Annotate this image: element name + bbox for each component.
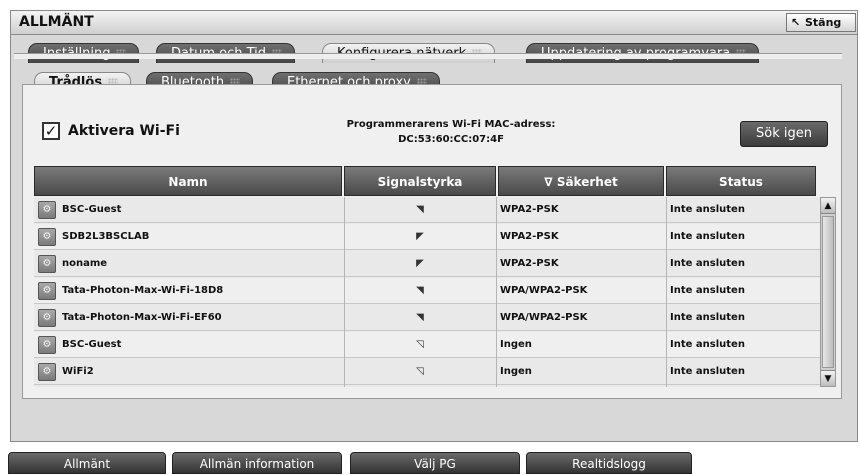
network-status: Inte ansluten [670,231,745,242]
column-divider [344,197,345,387]
network-row[interactable]: ⚙ Tata-Photon-Max-Wi-Fi-18D8 ◥ WPA/WPA2-PSK… [34,278,820,304]
wifi-medium-icon: ◤ [416,258,424,269]
close-button-label: Stäng [805,16,842,29]
column-divider [666,197,667,387]
wifi-strong-icon: ◥ [416,285,424,296]
network-info-icon[interactable]: ⚙ [38,228,56,246]
network-row[interactable]: ⚙ Tata-Photon-Max-Wi-Fi-EF60 ◥ WPA/WPA2-PSK… [34,305,820,331]
network-status: Inte ansluten [670,366,745,377]
column-header-security[interactable]: ∇ Säkerhet [498,166,664,196]
network-security: Ingen [500,339,532,350]
wifi-weak-icon: ◹ [416,339,424,350]
network-info-icon[interactable]: ⚙ [38,309,56,327]
table-scrollbar[interactable]: ▲ ▼ [820,197,836,387]
network-name: Tata-Photon-Max-Wi-Fi-18D8 [62,285,224,296]
wifi-strong-icon: ◥ [416,312,424,323]
nav-allman-information[interactable]: Allmän information [172,452,342,474]
network-status: Inte ansluten [670,312,745,323]
title-bar: ALLMÄNT ↖ Stäng [11,11,857,35]
close-button[interactable]: ↖ Stäng [786,13,856,32]
enable-wifi-label: Aktivera Wi-Fi [68,123,180,139]
network-security: WPA/WPA2-PSK [500,285,588,296]
network-name: BSC-Guest [62,339,122,350]
scroll-up-icon[interactable]: ▲ [821,198,835,214]
column-header-status[interactable]: Status [666,166,816,196]
network-security: WPA/WPA2-PSK [500,312,588,323]
network-security: WPA2-PSK [500,204,559,215]
network-list: ⚙ BSC-Guest ◥ WPA2-PSK Inte ansluten ⚙ SDB2L3B… [34,197,820,387]
network-security: WPA2-PSK [500,231,559,242]
network-name: BSC-Guest [62,204,122,215]
enable-wifi-checkbox[interactable]: ✓ [42,122,60,140]
nav-valj-pg[interactable]: Välj PG [350,452,520,474]
network-info-icon[interactable]: ⚙ [38,282,56,300]
wifi-weak-icon: ◹ [416,366,424,377]
network-status: Inte ansluten [670,285,745,296]
network-info-icon[interactable]: ⚙ [38,336,56,354]
network-name: noname [62,258,108,269]
network-status: Inte ansluten [670,204,745,215]
mac-address-value: DC:53:60:CC:07:4F [398,134,504,145]
network-row[interactable]: ⚙ BSC-Guest ◥ WPA2-PSK Inte ansluten [34,197,820,223]
window-title: ALLMÄNT [19,14,94,30]
nav-realtidslogg[interactable]: Realtidslogg [526,452,692,474]
network-row[interactable]: ⚙ noname ◤ WPA2-PSK Inte ansluten [34,251,820,277]
network-table: Namn Signalstyrka ∇ Säkerhet Status ⚙ BSC… [34,166,836,390]
scroll-down-icon[interactable]: ▼ [821,370,835,386]
network-row[interactable]: ⚙ BSC-Guest ◹ Ingen Inte ansluten [34,332,820,358]
network-name: SDB2L3BSCLAB [62,231,150,242]
network-security: WPA2-PSK [500,258,559,269]
primary-tab-panel [14,53,842,59]
wifi-medium-icon: ◤ [416,231,424,242]
column-header-signal[interactable]: Signalstyrka [344,166,496,196]
nav-allmant[interactable]: Allmänt [8,452,166,474]
network-security: Ingen [500,366,532,377]
network-info-icon[interactable]: ⚙ [38,363,56,381]
scroll-thumb[interactable] [822,216,834,368]
network-status: Inte ansluten [670,339,745,350]
network-row[interactable]: ⚙ SDB2L3BSCLAB ◤ WPA2-PSK Inte ansluten [34,224,820,250]
network-info-icon[interactable]: ⚙ [38,255,56,273]
close-arrow-icon: ↖ [791,16,801,29]
network-name: Tata-Photon-Max-Wi-Fi-EF60 [62,312,222,323]
network-name: WiFi2 [62,366,94,377]
wifi-strong-icon: ◥ [416,204,424,215]
network-row[interactable]: ⚙ WiFi2 ◹ Ingen Inte ansluten [34,359,820,385]
search-again-button[interactable]: Sök igen [740,121,828,147]
column-divider [496,197,497,387]
network-status: Inte ansluten [670,258,745,269]
network-info-icon[interactable]: ⚙ [38,201,56,219]
column-header-name[interactable]: Namn [34,166,342,196]
mac-address-label: Programmerarens Wi-Fi MAC-adress: [346,119,556,130]
